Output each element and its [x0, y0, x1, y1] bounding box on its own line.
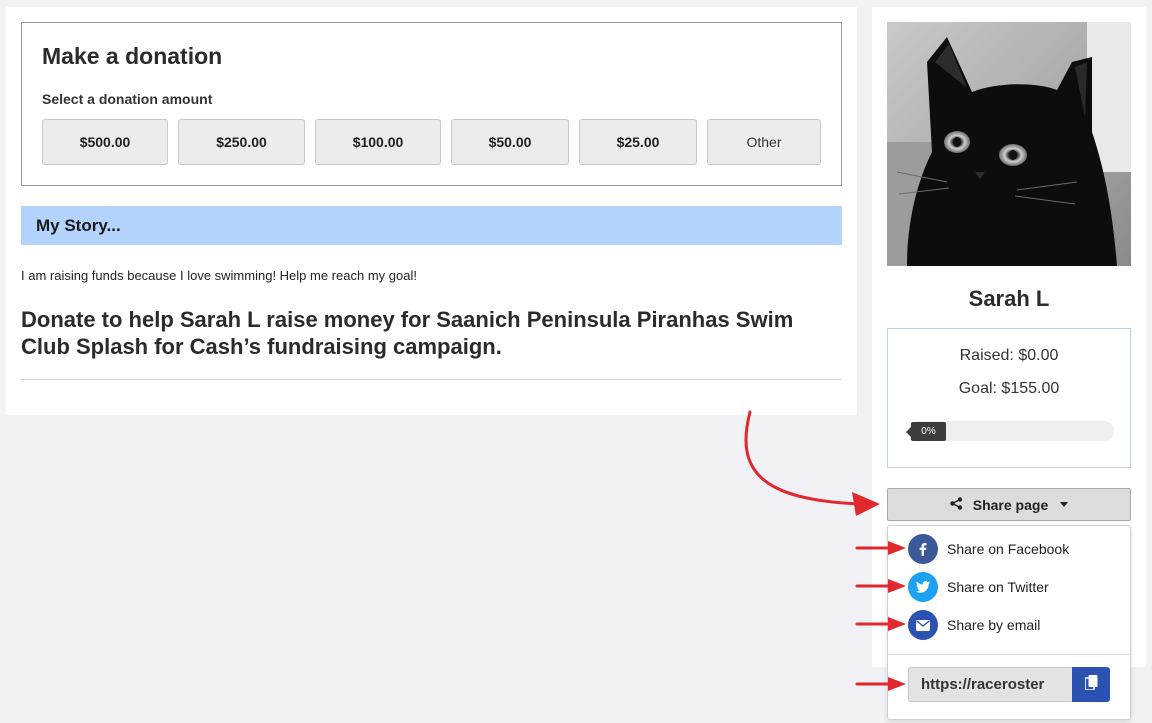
amount-button-25[interactable]: $25.00: [579, 119, 697, 165]
amount-button-100[interactable]: $100.00: [315, 119, 441, 165]
share-page-label: Share page: [972, 496, 1049, 513]
share-twitter-item[interactable]: Share on Twitter: [908, 572, 1049, 602]
share-email-item[interactable]: Share by email: [908, 610, 1040, 640]
donation-amount-label: Select a donation amount: [42, 91, 213, 107]
profile-name: Sarah L: [968, 286, 1050, 311]
share-twitter-label: Share on Twitter: [947, 579, 1049, 595]
story-text: I am raising funds because I love swimmi…: [21, 268, 417, 283]
envelope-icon: [908, 610, 938, 640]
campaign-headline: Donate to help Sarah L raise money for S…: [21, 307, 794, 359]
share-facebook-label: Share on Facebook: [947, 541, 1070, 557]
twitter-icon: [908, 572, 938, 602]
share-icon: [950, 496, 963, 513]
share-page-button[interactable]: Share page: [887, 488, 1131, 521]
story-heading: My Story...: [21, 206, 842, 245]
share-url-field[interactable]: https://raceroster: [908, 667, 1073, 702]
raised-amount: Raised: $0.00: [959, 347, 1059, 364]
copy-url-button[interactable]: [1072, 667, 1110, 702]
amount-button-250[interactable]: $250.00: [178, 119, 305, 165]
share-email-label: Share by email: [947, 617, 1041, 633]
amount-button-other[interactable]: Other: [707, 119, 821, 165]
facebook-icon: [908, 534, 938, 564]
profile-photo: [887, 22, 1131, 266]
divider: [21, 379, 842, 380]
donation-panel: Make a donation Select a donation amount…: [6, 7, 857, 415]
caret-down-icon: [1060, 502, 1069, 507]
donation-title: Make a donation: [42, 43, 223, 69]
share-dropdown: Share on Facebook Share on Twitter Share…: [887, 525, 1131, 720]
goal-amount: Goal: $155.00: [958, 380, 1060, 397]
progress-percent-badge: 0%: [906, 422, 946, 441]
donation-box: Make a donation Select a donation amount…: [21, 22, 842, 186]
share-facebook-item[interactable]: Share on Facebook: [908, 534, 1069, 564]
annotation-arrow-share: [744, 410, 862, 506]
amount-button-500[interactable]: $500.00: [42, 119, 168, 165]
amount-button-50[interactable]: $50.00: [451, 119, 569, 165]
copy-icon: [1083, 674, 1098, 695]
dropdown-divider: [888, 654, 1130, 655]
fundraising-stats: Raised: $0.00 Goal: $155.00 0%: [887, 328, 1131, 468]
